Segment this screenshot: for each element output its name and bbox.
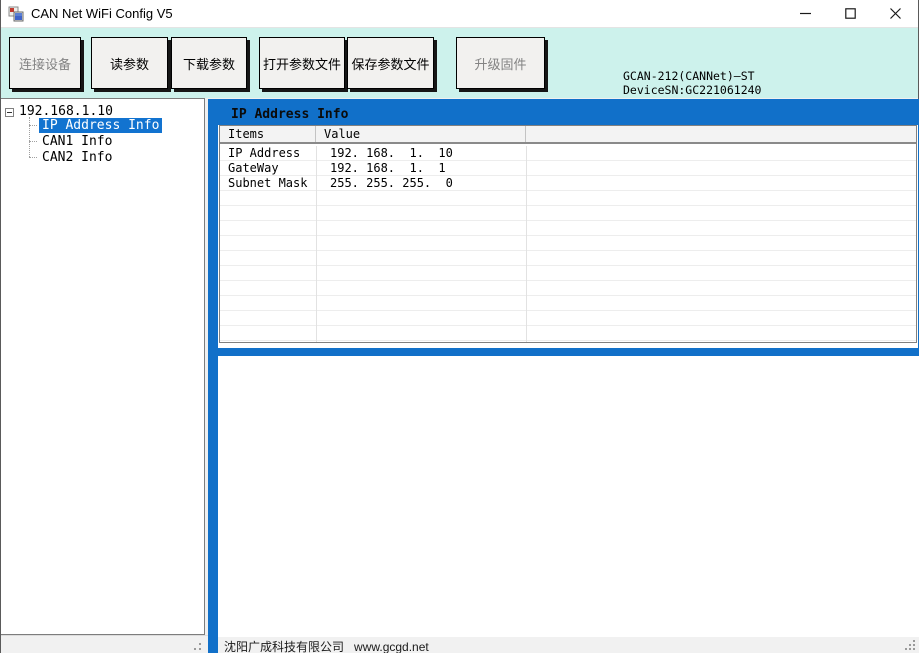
column-header-items[interactable]: Items [220, 126, 316, 142]
tree-collapse-icon[interactable] [5, 108, 14, 117]
statusbar-left [1, 635, 208, 653]
app-icon [8, 6, 24, 22]
table-header: Items Value [220, 126, 916, 144]
lower-panel [218, 356, 919, 637]
minimize-button[interactable] [783, 0, 828, 27]
close-button[interactable] [873, 0, 918, 27]
resize-grip-icon[interactable] [905, 640, 915, 650]
cell-item: Subnet Mask [228, 176, 307, 190]
tree-connector-line [29, 141, 37, 142]
maximize-button[interactable] [828, 0, 873, 27]
grip-icon [194, 642, 204, 652]
tree-item-label: CAN2 Info [39, 150, 115, 165]
toolbar-button-5[interactable]: 升级固件 [456, 37, 545, 89]
tree-connector-line [29, 157, 37, 158]
app-window: CAN Net WiFi Config V5 连接设备读参数下载参数打开参数文件… [0, 0, 919, 653]
toolbar-button-3[interactable]: 打开参数文件 [259, 37, 345, 89]
table-body: IP Address 192. 168. 1. 10 GateWay 192. 168… [220, 146, 916, 342]
website-link[interactable]: www.gcgd.net [354, 640, 429, 653]
device-tree: 192.168.1.10 IP Address InfoCAN1 InfoCAN… [1, 98, 205, 635]
table-row[interactable]: Subnet Mask 255. 255. 255. 0 [220, 176, 916, 191]
toolbar-button-1[interactable]: 读参数 [91, 37, 168, 89]
window-title: CAN Net WiFi Config V5 [31, 6, 173, 21]
company-name: 沈阳广成科技有限公司 [224, 640, 344, 653]
toolbar: 连接设备读参数下载参数打开参数文件保存参数文件升级固件 GCAN-212(CAN… [1, 27, 918, 98]
statusbar-main: 沈阳广成科技有限公司 www.gcgd.net [218, 637, 919, 653]
cell-item: GateWay [228, 161, 279, 175]
toolbar-button-0[interactable]: 连接设备 [9, 37, 81, 89]
cell-value: 192. 168. 1. 1 [330, 161, 446, 175]
tree-root-label: 192.168.1.10 [19, 104, 113, 119]
column-header-empty[interactable] [526, 126, 916, 142]
toolbar-button-4[interactable]: 保存参数文件 [347, 37, 434, 89]
table-row[interactable]: GateWay 192. 168. 1. 1 [220, 161, 916, 176]
status-company: 沈阳广成科技有限公司 www.gcgd.net [224, 638, 429, 653]
cell-item: IP Address [228, 146, 300, 160]
tree-connector-line [29, 125, 37, 126]
cell-value: 255. 255. 255. 0 [330, 176, 453, 190]
toolbar-button-2[interactable]: 下载参数 [171, 37, 247, 89]
column-header-value[interactable]: Value [316, 126, 526, 142]
ip-info-table: Items Value IP Address192. 168. 1. 10Gat… [219, 125, 917, 343]
ip-info-panel: IP Address Info Items Value IP Address 19… [208, 99, 919, 356]
titlebar: CAN Net WiFi Config V5 [1, 0, 918, 27]
tree-item-label: IP Address Info [39, 118, 162, 133]
table-row[interactable]: IP Address 192. 168. 1. 10 [220, 146, 916, 161]
device-info-line: DeviceSN:GC221061240 [623, 83, 761, 97]
tree-connector-line [29, 117, 30, 157]
cell-value: 192. 168. 1. 10 [330, 146, 453, 160]
tree-item-label: CAN1 Info [39, 134, 115, 149]
panel-title: IP Address Info [231, 107, 348, 122]
device-info-line: GCAN-212(CANNet)—ST [623, 69, 761, 83]
